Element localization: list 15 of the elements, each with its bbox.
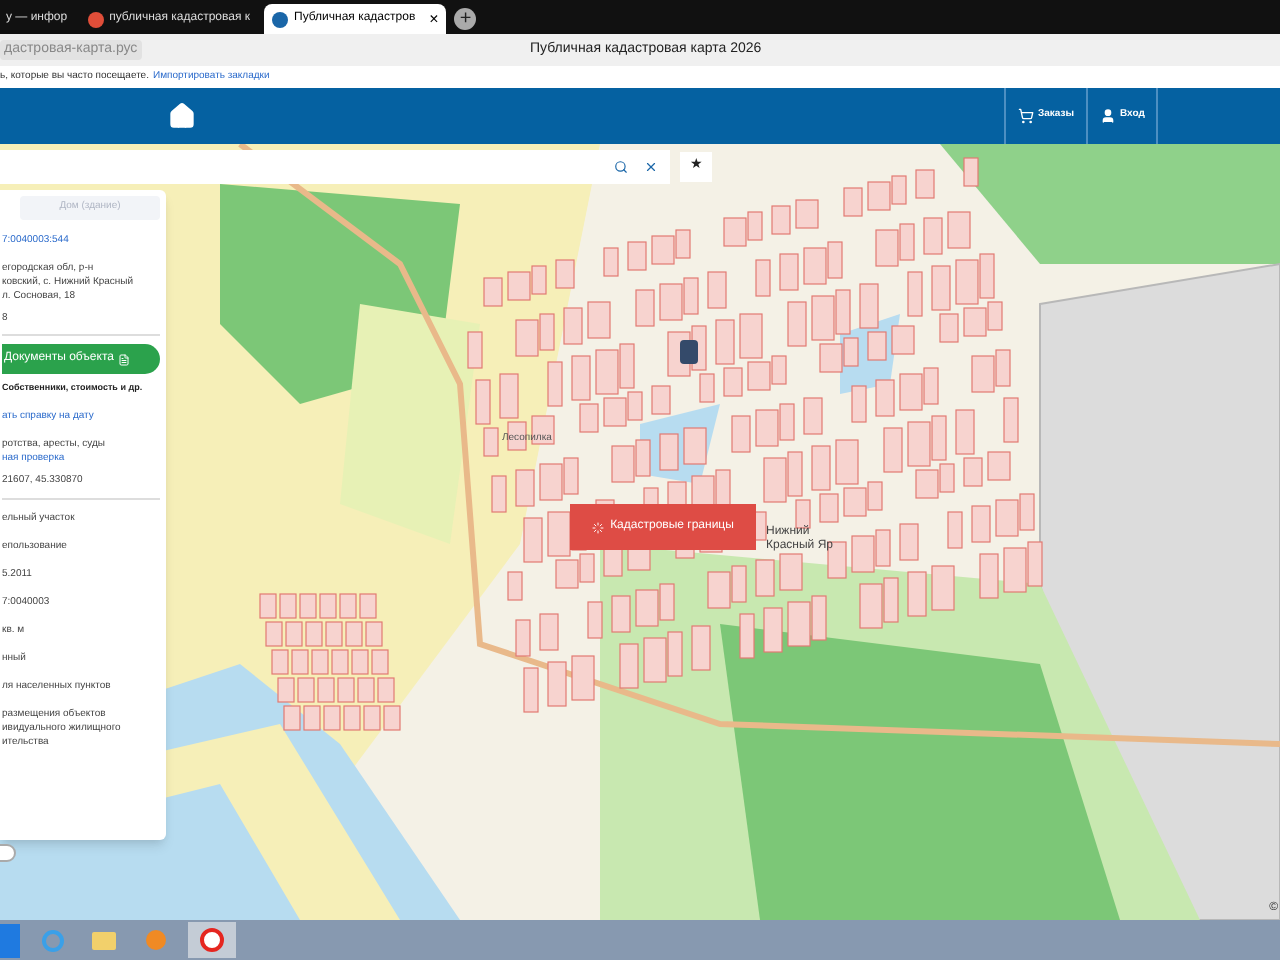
spinner-icon (592, 521, 605, 533)
cart-icon (1018, 108, 1034, 124)
close-icon[interactable]: × (429, 7, 439, 31)
home-icon[interactable] (168, 102, 196, 130)
search-icon[interactable] (614, 160, 628, 174)
start-button[interactable] (0, 923, 20, 957)
document-icon (117, 353, 130, 365)
search-field[interactable] (0, 150, 670, 184)
close-icon[interactable] (644, 160, 658, 174)
folder-icon (92, 931, 116, 949)
new-tab-button[interactable]: + (454, 8, 477, 30)
site-icon (272, 11, 288, 27)
user-icon (1100, 108, 1117, 124)
site-icon (87, 11, 104, 27)
taskbar-app[interactable] (188, 922, 236, 958)
